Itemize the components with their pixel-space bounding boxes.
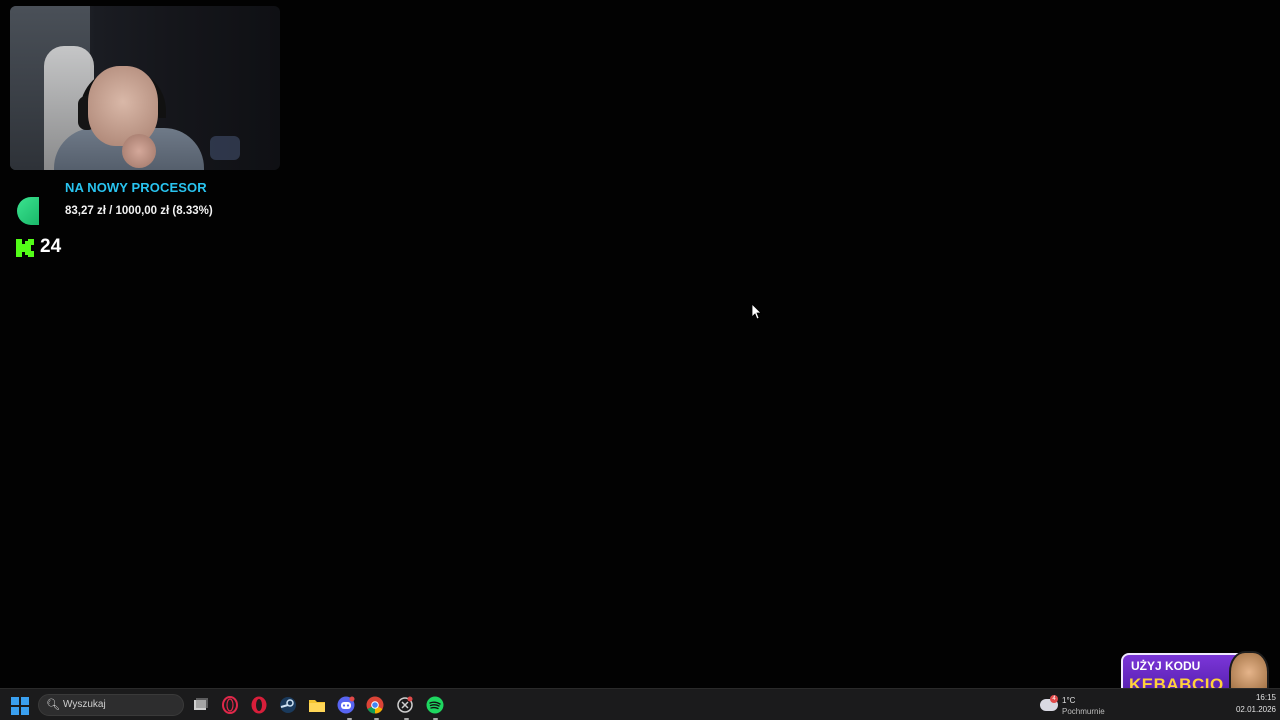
search-icon: 🔍︎ [46,699,60,711]
file-explorer-icon[interactable] [308,696,326,714]
weather-description: Pochmurnie [1062,707,1105,716]
system-clock[interactable]: 16:15 02.01.2026 [1224,693,1276,714]
chrome-icon[interactable] [366,696,384,714]
goal-progress-icon [17,197,39,225]
taskbar: 🔍︎ Wyszukaj 4 1°C Pochmurnie 16:15 02.01… [0,688,1280,720]
steam-icon[interactable] [279,696,297,714]
goal-title: NA NOWY PROCESOR [65,180,207,195]
weather-widget[interactable]: 4 1°C Pochmurnie [1040,695,1120,717]
task-view-icon[interactable] [192,696,210,714]
app-icon[interactable] [396,696,414,714]
opera-icon[interactable] [250,696,268,714]
search-placeholder: Wyszukaj [63,699,106,710]
opera-gx-icon[interactable] [221,696,239,714]
spotify-icon[interactable] [426,696,444,714]
viewer-count: 24 [40,236,62,257]
webcam-overlay [10,6,280,170]
weather-badge: 4 [1050,695,1058,703]
weather-temperature: 1°C [1062,696,1076,705]
kick-logo-icon [16,239,34,257]
mouse-cursor-icon [752,304,762,320]
discord-icon[interactable] [337,696,355,714]
start-button[interactable] [11,697,29,715]
taskbar-search[interactable]: 🔍︎ Wyszukaj [38,694,184,716]
clock-time: 16:15 [1255,693,1276,702]
promo-line-1: UŻYJ KODU [1131,659,1201,673]
clock-date: 02.01.2026 [1235,705,1276,714]
goal-progress-text: 83,27 zł / 1000,00 zł (8.33%) [65,205,213,217]
desktop: NA NOWY PROCESOR 83,27 zł / 1000,00 zł (… [0,0,1280,720]
